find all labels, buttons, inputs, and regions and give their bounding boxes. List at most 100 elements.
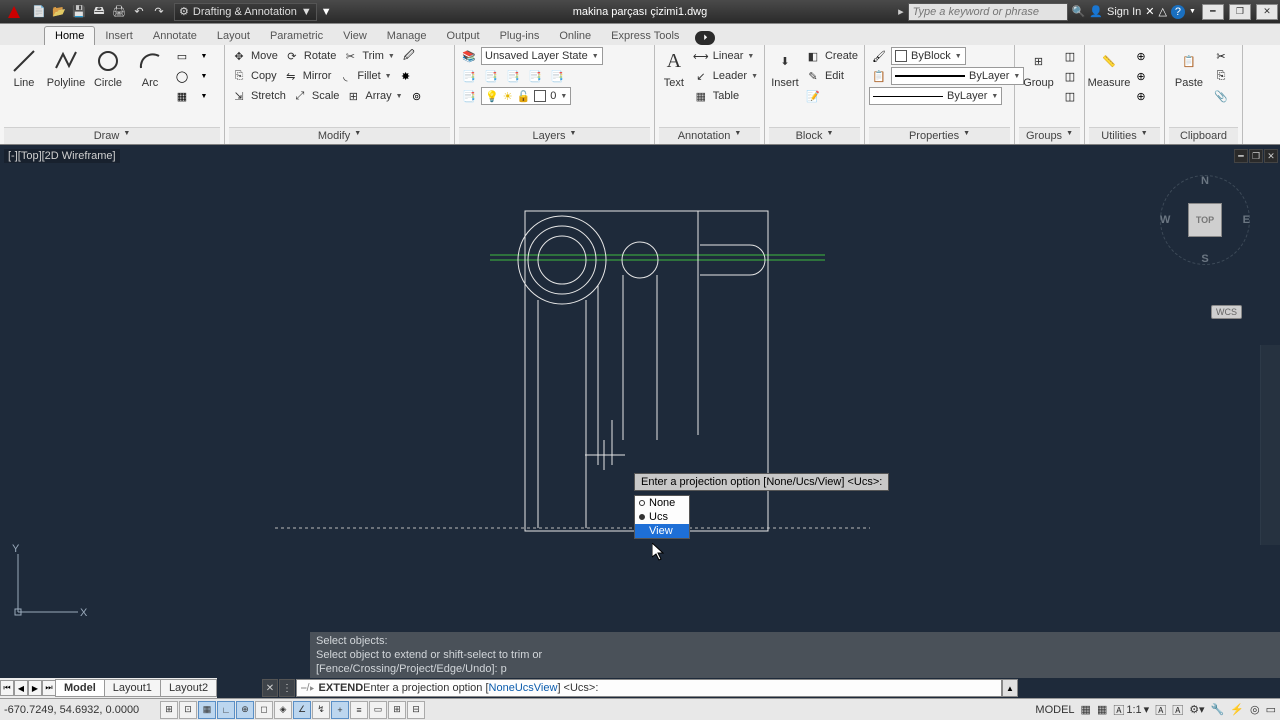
layer-tool-icon[interactable]: 📑: [503, 67, 523, 85]
cmd-close-icon[interactable]: ✕: [262, 679, 278, 697]
layout-tab-model[interactable]: Model: [55, 679, 105, 697]
arc-button[interactable]: Arc: [130, 47, 170, 89]
viewcube-w[interactable]: W: [1160, 214, 1170, 226]
exchange-icon[interactable]: ✕: [1145, 5, 1154, 18]
annovis-icon[interactable]: 🄰: [1155, 702, 1166, 718]
group-button[interactable]: ⊞Group: [1019, 47, 1058, 89]
viewcube[interactable]: TOP N S E W: [1160, 175, 1250, 265]
hwaccel-icon[interactable]: ⚡: [1230, 703, 1244, 716]
qat-save-icon[interactable]: 💾: [70, 3, 88, 21]
cloud-icon[interactable]: △: [1158, 5, 1166, 18]
layer-tool-icon[interactable]: 📑: [525, 67, 545, 85]
tab-express[interactable]: Express Tools: [601, 27, 689, 45]
clip-icon[interactable]: 📎: [1211, 87, 1231, 105]
text-button[interactable]: AText: [659, 47, 689, 89]
layout-tab-1[interactable]: Layout1: [104, 679, 161, 697]
create-button[interactable]: ◧Create: [803, 47, 860, 65]
option-ucs[interactable]: Ucs: [635, 510, 689, 524]
viewcube-e[interactable]: E: [1243, 214, 1250, 226]
annoauto-icon[interactable]: 🄰: [1172, 702, 1183, 718]
tab-manage[interactable]: Manage: [377, 27, 437, 45]
chevron-down-icon[interactable]: ▼: [963, 130, 970, 142]
linetype-combo[interactable]: ByLayer▼: [891, 67, 1024, 85]
layer-tool-icon[interactable]: 📑: [547, 67, 567, 85]
list-icon[interactable]: 📋: [869, 67, 889, 85]
tab-plugins[interactable]: Plug-ins: [490, 27, 550, 45]
chevron-down-icon[interactable]: ▼: [1066, 130, 1073, 142]
help-drop-icon[interactable]: ▼: [1189, 8, 1196, 15]
util-icon[interactable]: ⊕: [1131, 47, 1151, 65]
search-input[interactable]: [908, 3, 1068, 21]
lwt-icon[interactable]: ≡: [350, 701, 368, 719]
match-icon[interactable]: 🖌: [869, 47, 889, 65]
search-icon[interactable]: 🔍: [1072, 5, 1086, 18]
tab-parametric[interactable]: Parametric: [260, 27, 333, 45]
layer-tool-icon[interactable]: 📑: [459, 87, 479, 105]
qat-undo-icon[interactable]: ↶: [130, 3, 148, 21]
scale-button[interactable]: ⤢Scale: [290, 87, 342, 105]
layer-combo[interactable]: 💡 ☀ 🔓 0 ▼: [481, 87, 571, 105]
polyline-button[interactable]: Polyline: [46, 47, 86, 89]
color-combo[interactable]: ByBlock▼: [891, 47, 966, 65]
qp-icon[interactable]: ⊞: [388, 701, 406, 719]
util-icon[interactable]: ⊕: [1131, 87, 1151, 105]
ribbon-options-icon[interactable]: ⏵: [695, 31, 715, 45]
ortho-icon[interactable]: ∟: [217, 701, 235, 719]
3dosnap-icon[interactable]: ◈: [274, 701, 292, 719]
chevron-down-icon[interactable]: ▼: [123, 130, 130, 142]
restore-button[interactable]: ❐: [1229, 4, 1251, 20]
move-button[interactable]: ✥Move: [229, 47, 280, 65]
tab-layout[interactable]: Layout: [207, 27, 260, 45]
tab-view[interactable]: View: [333, 27, 377, 45]
infer-icon[interactable]: ⊞: [160, 701, 178, 719]
layer-tool-icon[interactable]: 📑: [481, 67, 501, 85]
edit-button[interactable]: ✎Edit: [803, 67, 860, 85]
tab-home[interactable]: Home: [44, 26, 95, 45]
model-toggle[interactable]: MODEL: [1035, 704, 1074, 716]
drop-icon[interactable]: ▼: [194, 87, 214, 105]
fillet-button[interactable]: ◟Fillet▼: [335, 67, 393, 85]
isolate-icon[interactable]: ◎: [1250, 703, 1260, 716]
viewcube-s[interactable]: S: [1201, 253, 1208, 265]
grid-right-icon[interactable]: ▦: [1097, 703, 1107, 716]
qat-dropdown-icon[interactable]: ▼: [321, 6, 332, 18]
linear-button[interactable]: ⟷Linear▼: [691, 47, 760, 65]
grp-icon[interactable]: ◫: [1060, 67, 1080, 85]
stretch-button[interactable]: ⇲Stretch: [229, 87, 288, 105]
line-button[interactable]: Line: [4, 47, 44, 89]
command-input[interactable]: ⎯/▸ EXTEND Enter a projection option [ N…: [296, 679, 1002, 697]
paste-button[interactable]: 📋Paste: [1169, 47, 1209, 89]
option-view[interactable]: View: [635, 524, 689, 538]
close-button[interactable]: ✕: [1256, 4, 1278, 20]
measure-button[interactable]: 📏Measure: [1089, 47, 1129, 89]
dyn-icon[interactable]: +: [331, 701, 349, 719]
layout-next-icon[interactable]: ▶: [28, 680, 42, 696]
grp-icon[interactable]: ◫: [1060, 47, 1080, 65]
chevron-down-icon[interactable]: ▼: [570, 130, 577, 142]
tab-online[interactable]: Online: [549, 27, 601, 45]
copy-icon[interactable]: ⎘: [1211, 67, 1231, 85]
hatch-icon[interactable]: ▦: [172, 87, 192, 105]
drop-icon[interactable]: ▼: [194, 47, 214, 65]
qat-plot-icon[interactable]: 🖨: [110, 3, 128, 21]
insert-button[interactable]: ⬇Insert: [769, 47, 801, 89]
grid-right-icon[interactable]: ▦: [1081, 703, 1091, 716]
ellipse-icon[interactable]: ◯: [172, 67, 192, 85]
chevron-down-icon[interactable]: ▼: [734, 130, 741, 142]
cmd-history-toggle-icon[interactable]: ▲: [1002, 679, 1018, 697]
help-icon[interactable]: ?: [1171, 5, 1185, 19]
layer-tool-icon[interactable]: 📑: [459, 67, 479, 85]
otrack-icon[interactable]: ∠: [293, 701, 311, 719]
cmd-option[interactable]: View: [534, 682, 558, 694]
leader-button[interactable]: ↙Leader▼: [691, 67, 760, 85]
snap-icon[interactable]: ⊡: [179, 701, 197, 719]
cmd-handle-icon[interactable]: ⋮: [279, 679, 295, 697]
drop-icon[interactable]: ▼: [194, 67, 214, 85]
viewcube-n[interactable]: N: [1201, 175, 1209, 187]
chevron-down-icon[interactable]: ▼: [1141, 130, 1148, 142]
mirror-button[interactable]: ⇋Mirror: [281, 67, 334, 85]
layout-last-icon[interactable]: ⏭: [42, 680, 56, 696]
qat-saveas-icon[interactable]: 🖴: [90, 3, 108, 21]
offset-icon[interactable]: ⊚: [407, 87, 427, 105]
tpy-icon[interactable]: ▭: [369, 701, 387, 719]
